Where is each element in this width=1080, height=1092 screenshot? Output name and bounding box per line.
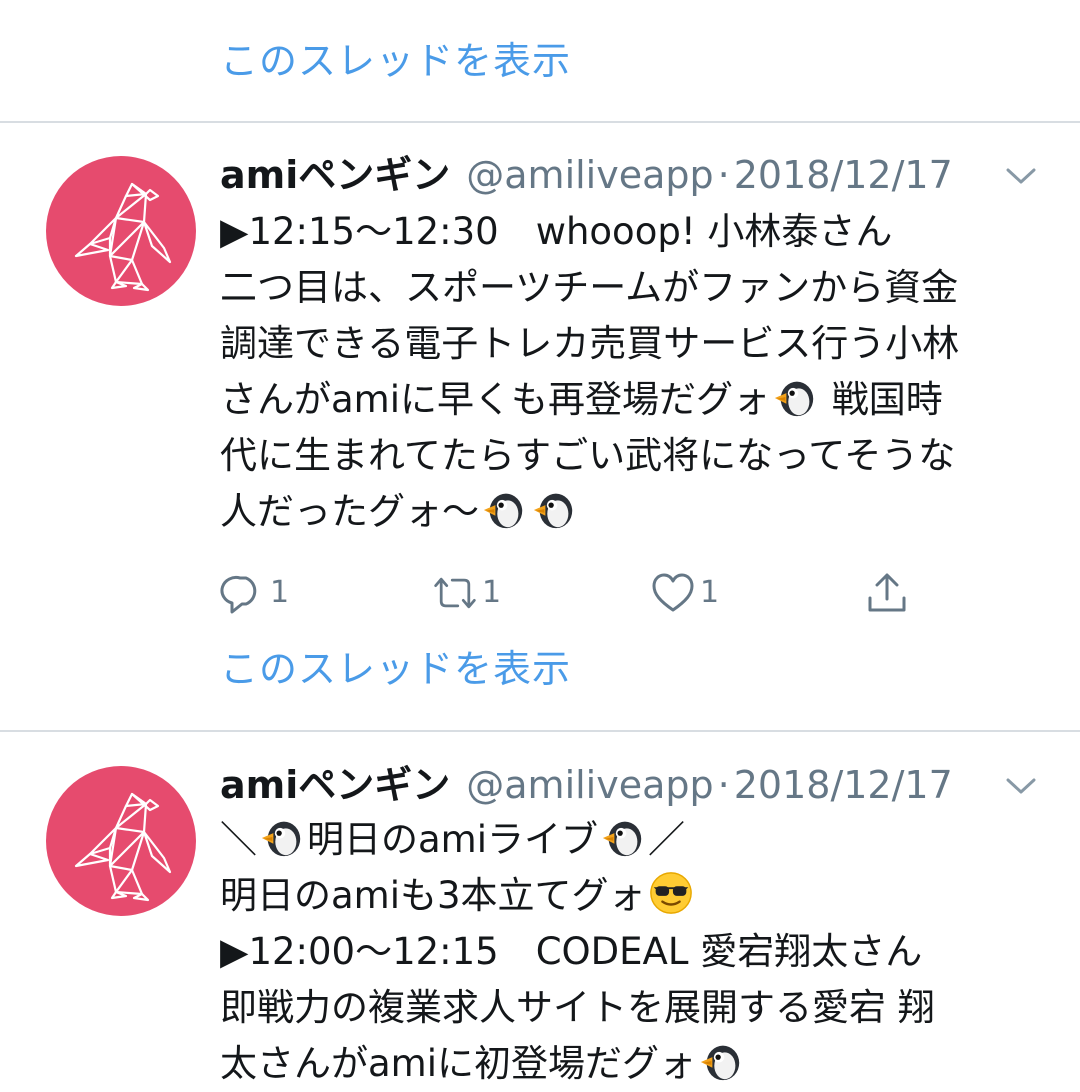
avatar[interactable] bbox=[46, 156, 196, 306]
tweet-line: 太さんがamiに初登場だグォ bbox=[220, 1036, 1050, 1092]
chevron-down-icon[interactable] bbox=[1004, 774, 1038, 798]
tweet-line: ＼ 明日のamiライブ ／ bbox=[220, 812, 1050, 868]
reply-count: 1 bbox=[270, 575, 290, 610]
tweet-line-text: 太さんがamiに初登場だグォ bbox=[220, 1042, 696, 1085]
retweet-button[interactable]: 1 bbox=[432, 568, 501, 618]
tweet-line: さんがamiに早くも再登場だグォ 戦国時 bbox=[220, 372, 1050, 428]
tweet-line: 調達できる電子トレカ売買サービス行う小林 bbox=[220, 322, 960, 365]
tweet-line: ▶12:00〜12:15 CODEAL 愛宕翔太さん bbox=[220, 930, 923, 973]
like-button[interactable]: 1 bbox=[650, 568, 719, 618]
penguin-emoji-icon bbox=[698, 1038, 744, 1084]
retweet-icon bbox=[434, 577, 476, 609]
tweet-line: 二つ目は、スポーツチームがファンから資金 bbox=[220, 266, 959, 309]
tweet-header: amiペンギン @amiliveapp · 2018/12/17 bbox=[220, 760, 953, 810]
separator-dot: · bbox=[717, 763, 730, 807]
penguin-emoji-icon bbox=[531, 486, 577, 532]
tweet-text: ▶12:15〜12:30 whooop! 小林泰さん 二つ目は、スポーツチームが… bbox=[220, 204, 1050, 540]
user-handle[interactable]: @amiliveapp bbox=[466, 153, 713, 197]
tweet-line: ▶12:15〜12:30 whooop! 小林泰さん bbox=[220, 210, 893, 253]
like-count: 1 bbox=[700, 575, 720, 610]
tweet-line: 人だったグォ〜 bbox=[220, 484, 1050, 540]
tweet-line-text: 明日のamiも3本立てグォ bbox=[220, 874, 646, 917]
penguin-emoji-icon bbox=[259, 814, 305, 860]
reply-button[interactable]: 1 bbox=[220, 568, 289, 618]
display-name[interactable]: amiペンギン bbox=[220, 153, 450, 197]
display-name[interactable]: amiペンギン bbox=[220, 763, 450, 807]
user-handle[interactable]: @amiliveapp bbox=[466, 763, 713, 807]
tweet-date[interactable]: 2018/12/17 bbox=[734, 153, 953, 197]
like-icon bbox=[652, 573, 694, 612]
tweet-text: ＼ 明日のamiライブ ／ 明日のamiも3本立てグォ ▶12:00〜12:15 C… bbox=[220, 812, 1050, 1092]
tweet-line: 代に生まれてたらすごい武将になってそうな bbox=[220, 434, 956, 477]
tweet-line-text: 明日のamiライブ bbox=[307, 818, 598, 861]
divider bbox=[0, 730, 1080, 732]
sunglasses-emoji-icon bbox=[648, 870, 694, 916]
reply-icon bbox=[220, 576, 257, 614]
tweet-line-text: ＼ bbox=[220, 818, 257, 861]
tweet-line: 即戦力の複業求人サイトを展開する愛宕 翔 bbox=[220, 986, 935, 1029]
timeline-feed: このスレッドを表示 amiペンギン @amiliveapp · 2018/12/17 … bbox=[0, 0, 1080, 1085]
share-icon bbox=[868, 573, 906, 612]
chevron-down-icon[interactable] bbox=[1004, 164, 1038, 188]
avatar[interactable] bbox=[46, 766, 196, 916]
tweet-header: amiペンギン @amiliveapp · 2018/12/17 bbox=[220, 150, 953, 200]
share-button[interactable] bbox=[864, 568, 910, 618]
tweet-line-text: ／ bbox=[648, 818, 685, 861]
tweet-actions: 1 1 1 bbox=[220, 568, 920, 618]
show-thread-link[interactable]: このスレッドを表示 bbox=[220, 38, 571, 84]
penguin-emoji-icon bbox=[772, 374, 818, 420]
tweet-date[interactable]: 2018/12/17 bbox=[734, 763, 953, 807]
divider bbox=[0, 121, 1080, 123]
tweet-line-text: 人だったグォ〜 bbox=[220, 490, 479, 533]
penguin-emoji-icon bbox=[600, 814, 646, 860]
separator-dot: · bbox=[717, 153, 730, 197]
penguin-emoji-icon bbox=[481, 486, 527, 532]
previous-tweet-actions bbox=[0, 0, 1080, 4]
tweet-line: 明日のamiも3本立てグォ bbox=[220, 868, 1050, 924]
tweet-line-text: 戦国時 bbox=[820, 378, 943, 421]
retweet-count: 1 bbox=[482, 575, 502, 610]
show-thread-link[interactable]: このスレッドを表示 bbox=[220, 646, 571, 692]
tweet-line-text: さんがamiに早くも再登場だグォ bbox=[220, 378, 770, 421]
